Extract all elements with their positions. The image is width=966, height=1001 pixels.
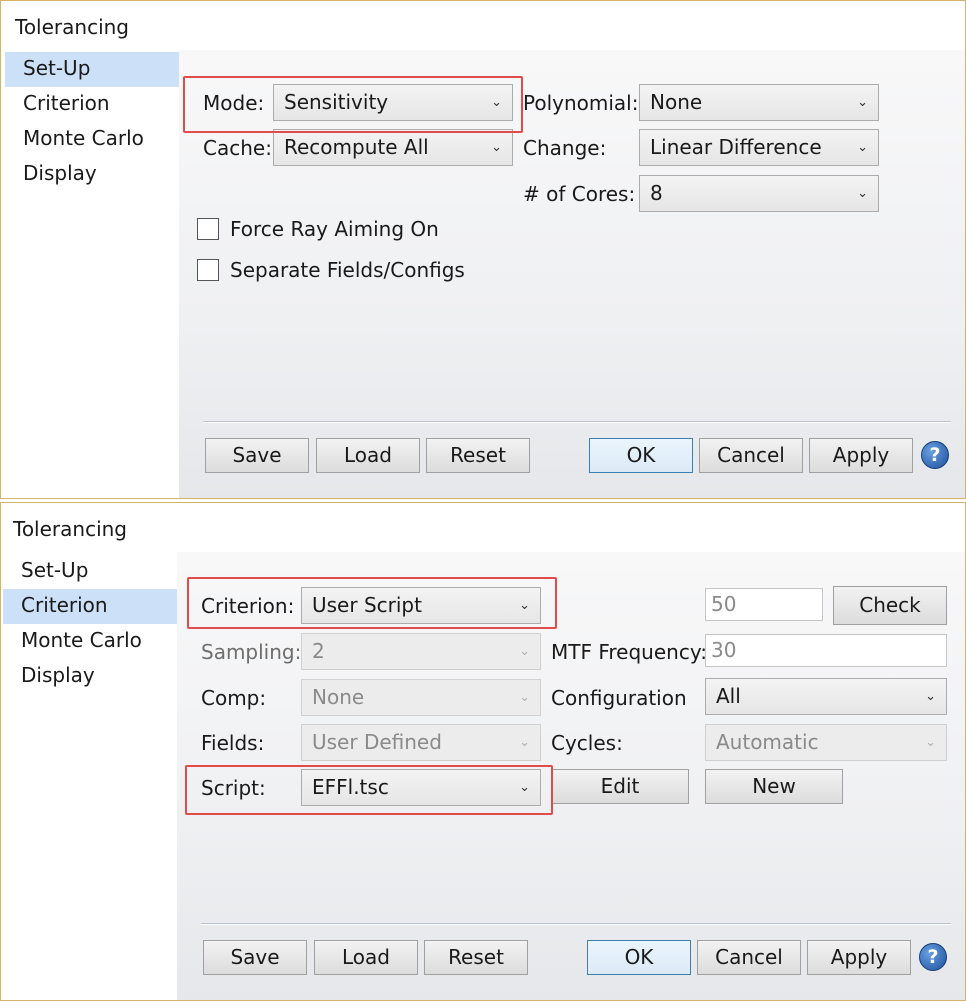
edit-script-button[interactable]: Edit [551, 769, 689, 804]
force-ray-aiming-label: Force Ray Aiming On [230, 217, 439, 241]
criterion-label: Criterion: [201, 594, 295, 618]
chevron-down-icon: ⌄ [519, 598, 530, 613]
cores-label: # of Cores: [523, 182, 636, 206]
apply-button[interactable]: Apply [809, 438, 913, 473]
cache-value: Recompute All [284, 135, 429, 159]
sidebar-nav: Set-Up Criterion Monte Carlo Display [3, 554, 177, 694]
tolerancing-criterion-panel: Tolerancing Set-Up Criterion Monte Carlo… [0, 502, 966, 1001]
chevron-down-icon: ⌄ [519, 735, 530, 750]
mode-label: Mode: [203, 91, 265, 115]
save-button[interactable]: Save [205, 438, 309, 473]
chevron-down-icon: ⌄ [491, 140, 502, 155]
configuration-select[interactable]: All ⌄ [705, 678, 947, 715]
apply-button[interactable]: Apply [807, 940, 911, 975]
sidebar-item-criterion[interactable]: Criterion [3, 589, 177, 624]
help-icon[interactable]: ? [919, 943, 947, 971]
sidebar-item-criterion[interactable]: Criterion [5, 87, 179, 122]
chevron-down-icon: ⌄ [857, 186, 868, 201]
configuration-value: All [716, 684, 741, 708]
sidebar-item-display[interactable]: Display [5, 157, 179, 192]
criterion-number-input[interactable]: 50 [705, 588, 823, 621]
mtf-frequency-input[interactable]: 30 [705, 634, 947, 667]
sampling-select: 2 ⌄ [301, 633, 541, 670]
sidebar-item-monte-carlo[interactable]: Monte Carlo [3, 624, 177, 659]
mode-value: Sensitivity [284, 90, 389, 114]
divider [201, 923, 951, 925]
chevron-down-icon: ⌄ [519, 690, 530, 705]
chevron-down-icon: ⌄ [491, 95, 502, 110]
new-script-button[interactable]: New [705, 769, 843, 804]
cancel-button[interactable]: Cancel [699, 438, 803, 473]
ok-button[interactable]: OK [589, 438, 693, 473]
criterion-select[interactable]: User Script ⌄ [301, 587, 541, 624]
comp-label: Comp: [201, 686, 267, 710]
ok-button[interactable]: OK [587, 940, 691, 975]
separate-fields-checkbox[interactable] [197, 259, 219, 281]
cores-value: 8 [650, 181, 663, 205]
polynomial-label: Polynomial: [523, 91, 639, 115]
cycles-label: Cycles: [551, 731, 623, 755]
setup-content: Mode: Sensitivity ⌄ Polynomial: None ⌄ C… [179, 50, 965, 498]
separate-fields-label: Separate Fields/Configs [230, 258, 465, 282]
check-button[interactable]: Check [833, 586, 947, 625]
fields-select: User Defined ⌄ [301, 724, 541, 761]
mode-select[interactable]: Sensitivity ⌄ [273, 84, 513, 121]
script-label: Script: [201, 776, 266, 800]
chevron-down-icon: ⌄ [857, 95, 868, 110]
chevron-down-icon: ⌄ [519, 780, 530, 795]
criterion-content: Criterion: User Script ⌄ 50 Check Sampli… [177, 552, 965, 1000]
sidebar-nav: Set-Up Criterion Monte Carlo Display [5, 52, 179, 192]
mtf-frequency-label: MTF Frequency: [551, 640, 707, 664]
fields-value: User Defined [312, 730, 442, 754]
cycles-select: Automatic ⌄ [705, 724, 947, 761]
reset-button[interactable]: Reset [424, 940, 528, 975]
comp-value: None [312, 685, 365, 709]
change-value: Linear Difference [650, 135, 822, 159]
chevron-down-icon: ⌄ [857, 140, 868, 155]
reset-button[interactable]: Reset [426, 438, 530, 473]
chevron-down-icon: ⌄ [925, 689, 936, 704]
chevron-down-icon: ⌄ [519, 644, 530, 659]
cycles-value: Automatic [716, 730, 819, 754]
save-button[interactable]: Save [203, 940, 307, 975]
cache-select[interactable]: Recompute All ⌄ [273, 129, 513, 166]
chevron-down-icon: ⌄ [925, 735, 936, 750]
dialog-title: Tolerancing [13, 517, 127, 541]
load-button[interactable]: Load [314, 940, 418, 975]
force-ray-aiming-checkbox[interactable] [197, 218, 219, 240]
sampling-value: 2 [312, 639, 325, 663]
cancel-button[interactable]: Cancel [697, 940, 801, 975]
script-select[interactable]: EFFl.tsc ⌄ [301, 769, 541, 806]
sidebar-item-display[interactable]: Display [3, 659, 177, 694]
polynomial-value: None [650, 90, 703, 114]
sidebar-item-monte-carlo[interactable]: Monte Carlo [5, 122, 179, 157]
tolerancing-setup-panel: Tolerancing Set-Up Criterion Monte Carlo… [0, 0, 966, 499]
cache-label: Cache: [203, 136, 272, 160]
dialog-title: Tolerancing [15, 15, 129, 39]
sampling-label: Sampling: [201, 640, 302, 664]
change-select[interactable]: Linear Difference ⌄ [639, 129, 879, 166]
help-icon[interactable]: ? [921, 441, 949, 469]
polynomial-select[interactable]: None ⌄ [639, 84, 879, 121]
script-value: EFFl.tsc [312, 775, 389, 799]
configuration-label: Configuration [551, 686, 687, 710]
fields-label: Fields: [201, 731, 265, 755]
divider [203, 421, 951, 423]
change-label: Change: [523, 136, 607, 160]
comp-select: None ⌄ [301, 679, 541, 716]
load-button[interactable]: Load [316, 438, 420, 473]
sidebar-item-setup[interactable]: Set-Up [3, 554, 177, 589]
sidebar-item-setup[interactable]: Set-Up [5, 52, 179, 87]
cores-select[interactable]: 8 ⌄ [639, 175, 879, 212]
criterion-value: User Script [312, 593, 422, 617]
